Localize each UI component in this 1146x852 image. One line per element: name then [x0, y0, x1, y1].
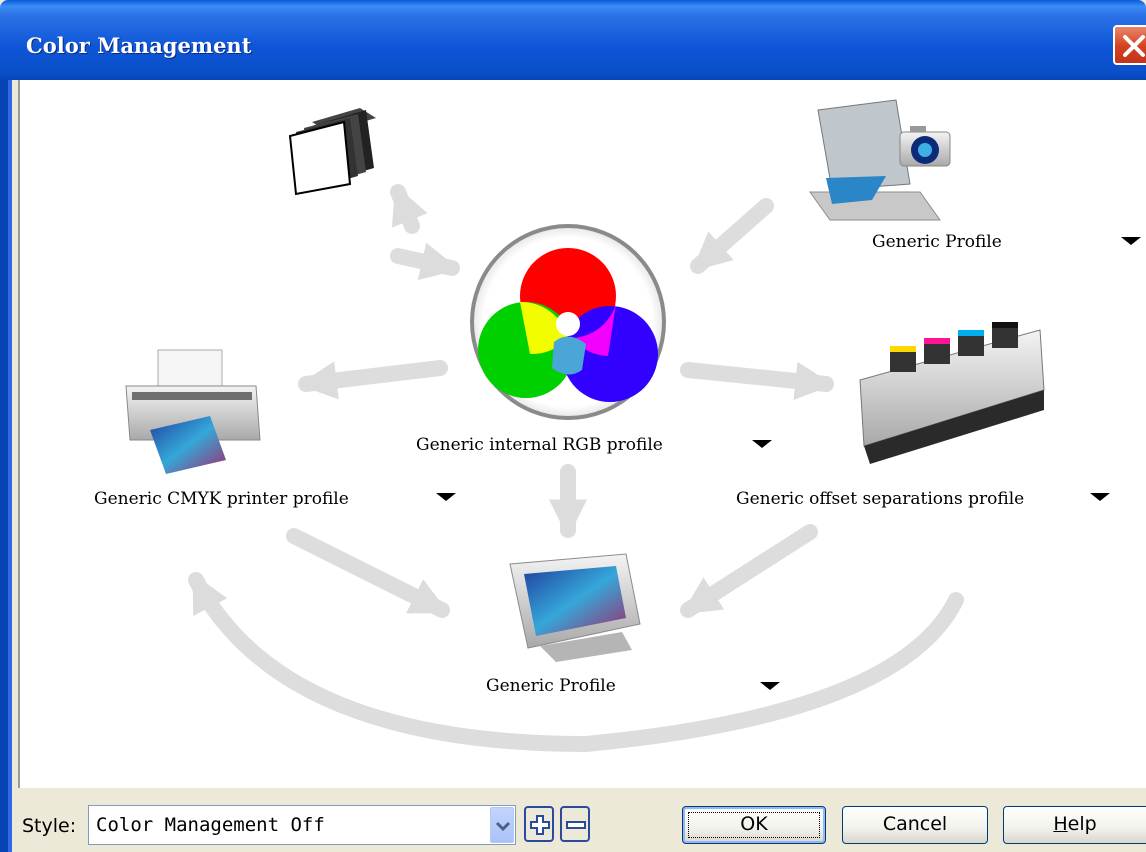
scanner-profile-label: Generic Profile	[872, 232, 1002, 252]
help-hotkey: H	[1053, 813, 1068, 835]
remove-style-button[interactable]	[560, 806, 590, 842]
color-flow-panel: Generic Profile Generic internal RGB pro…	[18, 80, 1146, 788]
close-button[interactable]	[1113, 25, 1146, 65]
printer-profile-dropdown[interactable]	[436, 493, 456, 501]
offset-profile-dropdown[interactable]	[1090, 493, 1110, 501]
documents-icon	[288, 108, 376, 196]
plus-icon	[530, 815, 550, 835]
style-select-button[interactable]	[490, 807, 514, 843]
ok-button[interactable]: OK	[682, 806, 826, 844]
monitor-icon	[509, 553, 641, 662]
monitor-profile-dropdown[interactable]	[760, 682, 780, 690]
cancel-button[interactable]: Cancel	[842, 806, 988, 844]
title-bar: Color Management	[0, 0, 1146, 80]
monitor-profile-label: Generic Profile	[486, 676, 616, 696]
window-frame	[0, 80, 12, 852]
close-icon	[1123, 35, 1145, 57]
printer-profile-label: Generic CMYK printer profile	[94, 489, 349, 509]
help-button[interactable]: Help	[1003, 806, 1146, 844]
rgb-color-wheel-icon	[470, 224, 666, 420]
offset-press-icon	[859, 322, 1045, 464]
style-label: Style:	[22, 815, 77, 837]
help-button-label: elp	[1067, 813, 1097, 835]
scanner-camera-icon	[809, 99, 951, 221]
cancel-button-label: Cancel	[882, 813, 948, 835]
add-style-button[interactable]	[524, 806, 554, 842]
offset-profile-label: Generic offset separations profile	[736, 489, 1025, 509]
window-title: Color Management	[26, 33, 252, 58]
internal-rgb-profile-label: Generic internal RGB profile	[416, 435, 663, 455]
chevron-down-icon	[495, 821, 511, 832]
printer-icon	[125, 349, 261, 474]
style-select-value: Color Management Off	[96, 814, 325, 836]
style-select[interactable]: Color Management Off	[88, 805, 516, 845]
minus-icon	[566, 821, 586, 829]
internal-rgb-profile-dropdown[interactable]	[752, 440, 772, 448]
scanner-profile-dropdown[interactable]	[1121, 237, 1141, 245]
